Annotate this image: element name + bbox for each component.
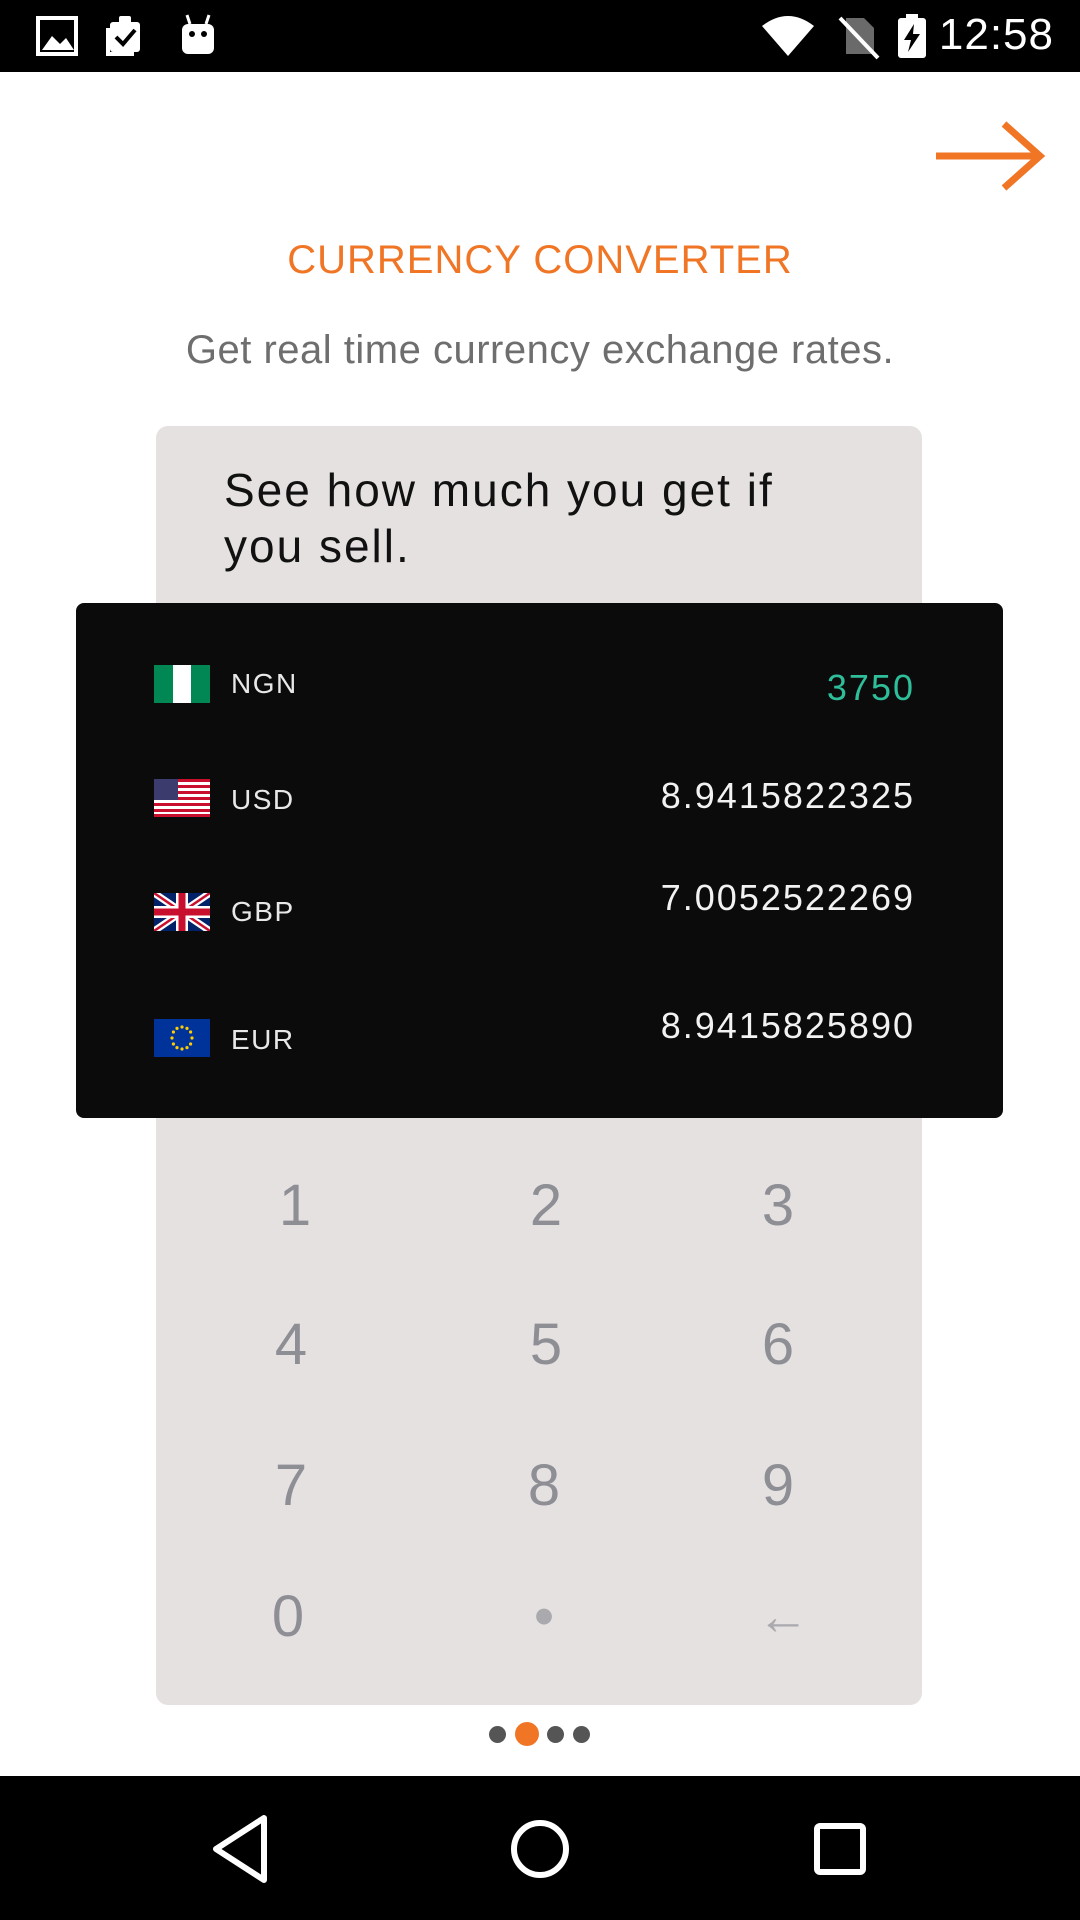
currency-panel: NGN 3750 USD 8.9415822325 GBP 7.00525222… (76, 603, 1003, 1118)
key-5[interactable]: 5 (476, 1295, 616, 1395)
navigation-bar (0, 1776, 1080, 1920)
key-decimal[interactable]: • (474, 1567, 614, 1667)
currency-value: 8.9415822325 (660, 775, 915, 816)
image-icon (36, 16, 78, 56)
key-3[interactable]: 3 (708, 1156, 848, 1256)
nigeria-flag-icon (154, 665, 210, 703)
page-title: CURRENCY CONVERTER (287, 238, 793, 282)
wifi-icon (762, 16, 814, 56)
page-dot[interactable] (489, 1726, 506, 1743)
currency-value: 8.9415825890 (660, 1005, 915, 1046)
recents-icon[interactable] (795, 1804, 885, 1894)
key-7[interactable]: 7 (221, 1436, 361, 1536)
backspace-key[interactable]: ← (713, 1567, 853, 1667)
page-dot[interactable] (573, 1726, 590, 1743)
arrow-right-icon[interactable] (932, 120, 1048, 192)
key-4[interactable]: 4 (221, 1295, 361, 1395)
currency-value: 7.0052522269 (660, 877, 915, 918)
page-indicator (0, 1722, 1080, 1746)
currency-row-eur[interactable]: EUR 8.9415825890 (76, 1007, 1003, 1079)
clock: 12:58 (938, 10, 1054, 59)
currency-code: EUR (231, 1024, 295, 1055)
page-dot-active[interactable] (515, 1722, 539, 1746)
page-subtitle: Get real time currency exchange rates. (185, 328, 895, 372)
key-1[interactable]: 1 (225, 1156, 365, 1256)
currency-row-gbp[interactable]: GBP 7.0052522269 (76, 879, 1003, 953)
clipboard-check-icon (106, 16, 140, 56)
usa-flag-icon (154, 779, 210, 817)
uk-flag-icon (154, 893, 210, 931)
eu-flag-icon (154, 1019, 210, 1057)
back-icon[interactable] (196, 1804, 286, 1894)
currency-code: NGN (231, 668, 298, 699)
key-2[interactable]: 2 (476, 1156, 616, 1256)
currency-row-ngn[interactable]: NGN 3750 (76, 665, 1003, 725)
home-icon[interactable] (495, 1804, 585, 1894)
currency-value: 3750 (826, 667, 915, 708)
page-dot[interactable] (547, 1726, 564, 1743)
currency-row-usd[interactable]: USD 8.9415822325 (76, 775, 1003, 839)
currency-code: GBP (231, 896, 295, 927)
currency-code: USD (231, 784, 295, 815)
key-6[interactable]: 6 (708, 1295, 848, 1395)
card-heading: See how much you get if you sell. (224, 464, 774, 572)
key-9[interactable]: 9 (708, 1436, 848, 1536)
no-sim-icon (838, 16, 880, 60)
battery-charging-icon (898, 14, 926, 58)
android-icon (182, 14, 214, 54)
status-bar: 12:58 (0, 0, 1080, 72)
screen: 12:58 CURRENCY CONVERTER Get real time c… (0, 0, 1080, 1920)
key-8[interactable]: 8 (474, 1436, 614, 1536)
key-0[interactable]: 0 (218, 1567, 358, 1667)
